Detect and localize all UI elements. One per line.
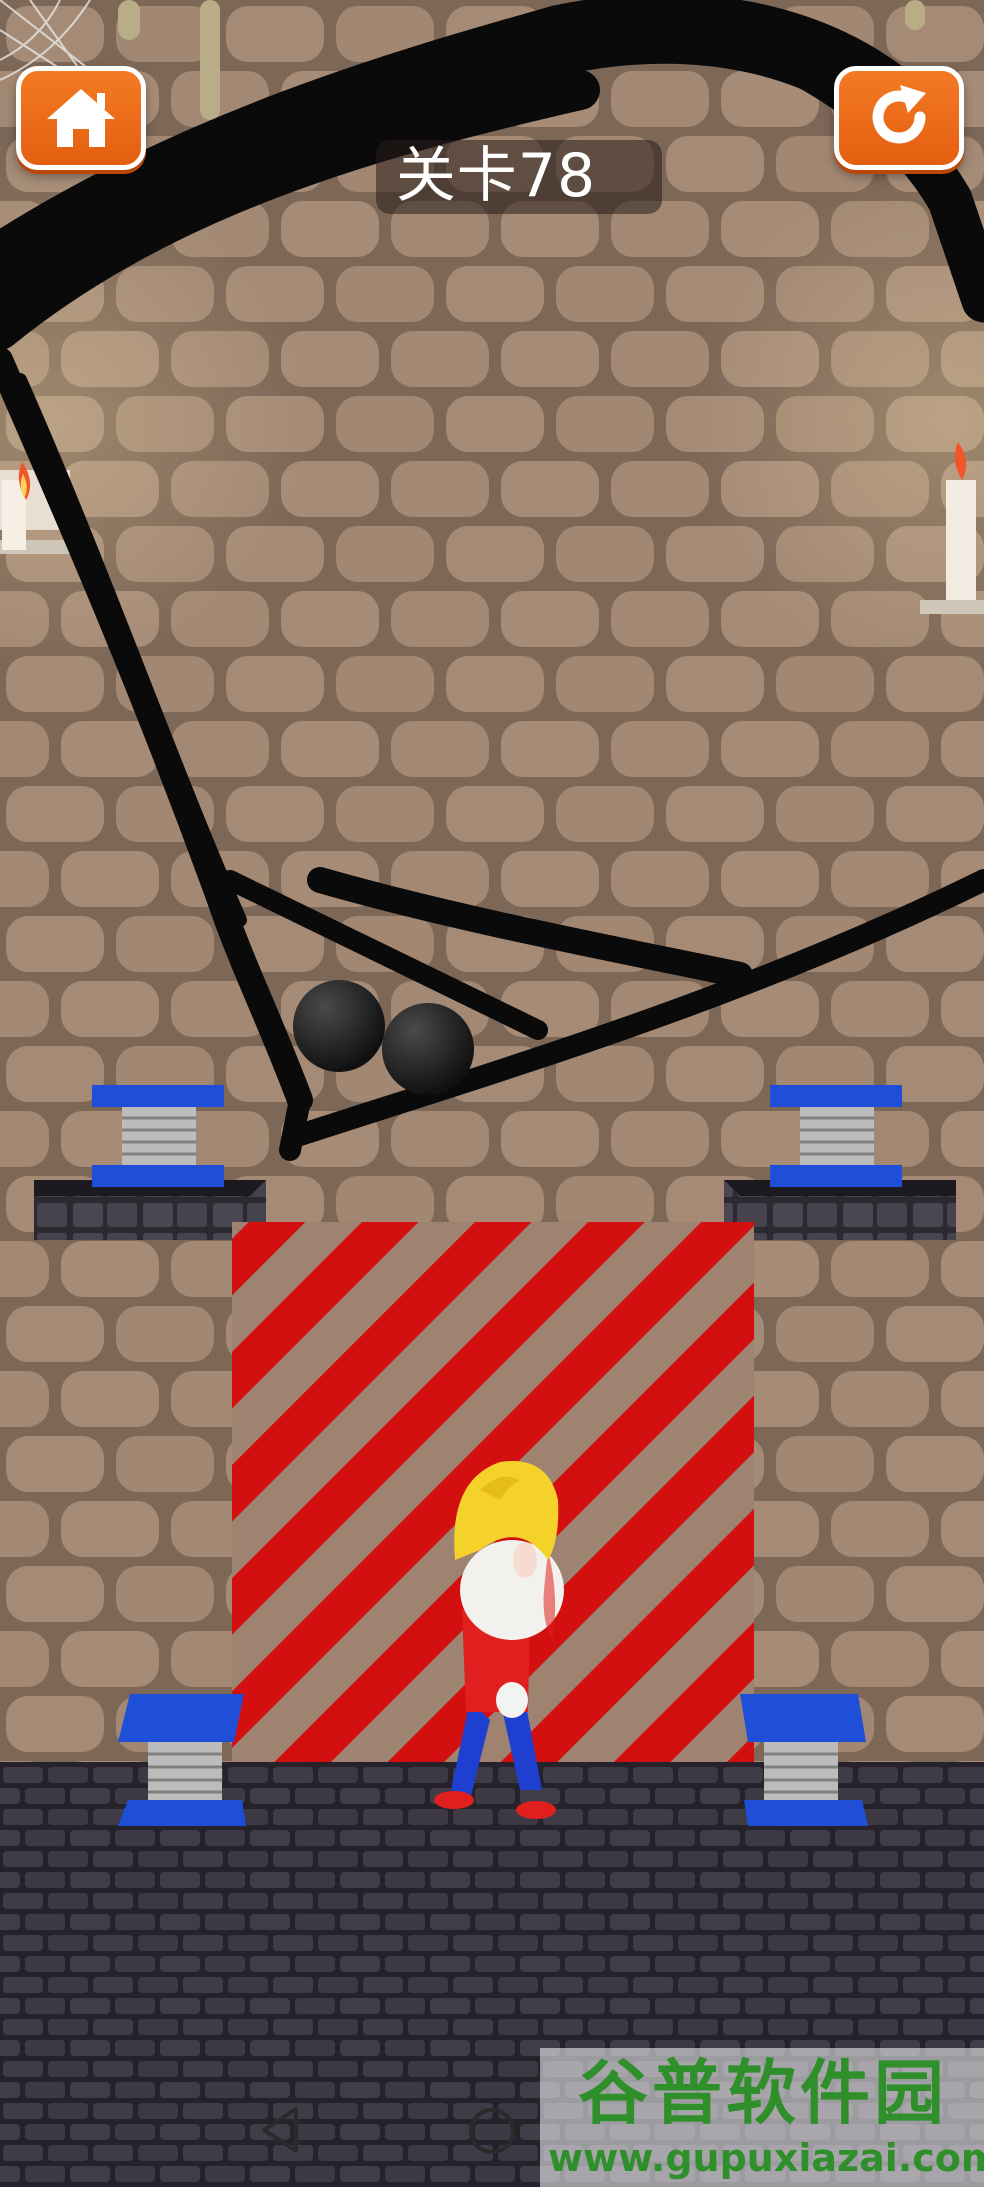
back-triangle-icon[interactable] bbox=[258, 2105, 302, 2155]
ball-2 bbox=[382, 1003, 474, 1095]
home-button[interactable] bbox=[16, 66, 146, 170]
home-icon bbox=[47, 89, 115, 147]
restart-button[interactable] bbox=[834, 66, 964, 170]
level-label: 关卡78 bbox=[395, 141, 597, 211]
home-circle-icon[interactable] bbox=[466, 2105, 518, 2157]
game-scene bbox=[0, 0, 984, 2187]
watermark-title: 谷普软件园 bbox=[578, 2052, 948, 2134]
watermark-url: www.gupuxiazai.com bbox=[548, 2136, 984, 2180]
ball-1 bbox=[293, 980, 385, 1072]
restart-icon bbox=[872, 85, 926, 144]
